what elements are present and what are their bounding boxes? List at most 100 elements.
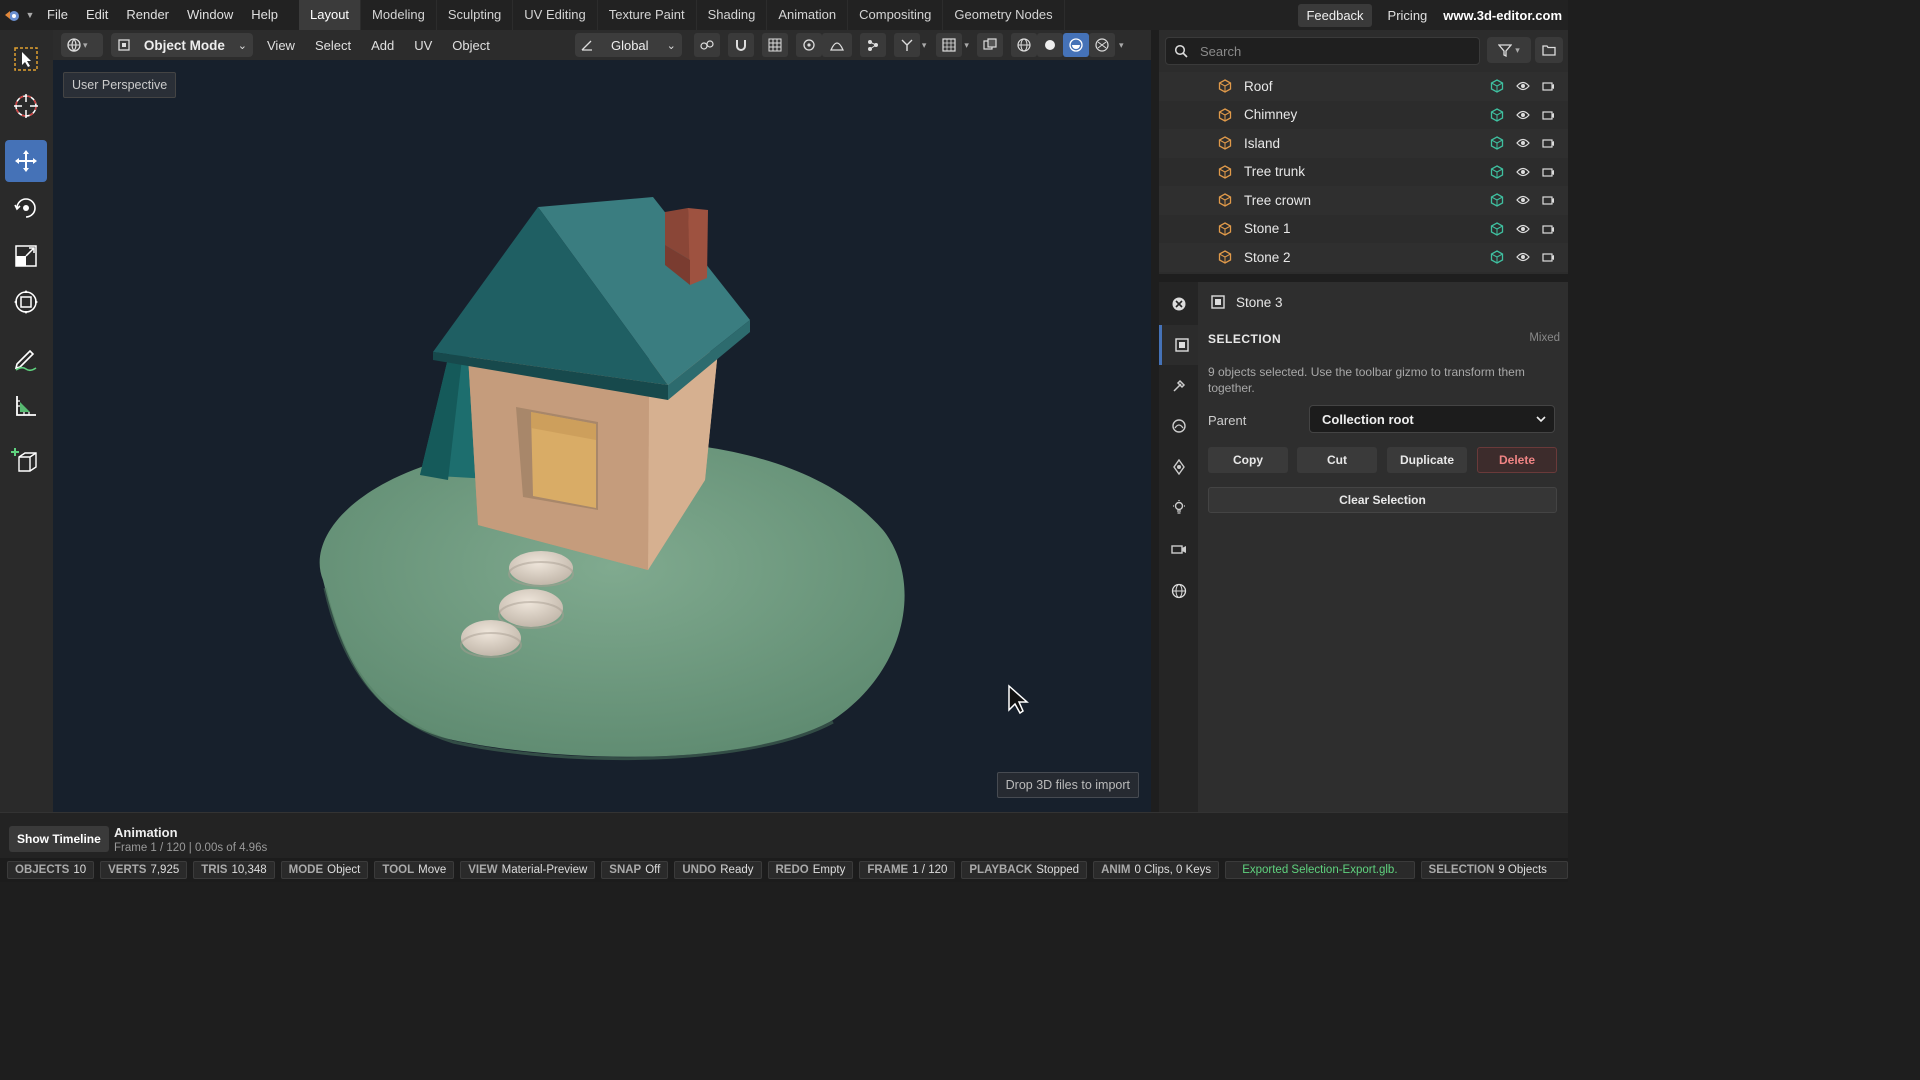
filter-button[interactable]: ▾ xyxy=(1487,37,1531,63)
snap-grid-button[interactable] xyxy=(761,33,788,57)
show-timeline-button[interactable]: Show Timeline xyxy=(9,826,109,852)
outliner-item-stone-2[interactable]: Stone 2 xyxy=(1159,243,1568,272)
menu-uv[interactable]: UV xyxy=(404,38,442,53)
menu-edit[interactable]: Edit xyxy=(77,0,117,30)
mesh-data-icon[interactable] xyxy=(1490,250,1504,264)
pivot-button[interactable] xyxy=(693,33,720,57)
outliner-item-roof[interactable]: Roof xyxy=(1159,72,1568,101)
outliner-item-island[interactable]: Island xyxy=(1159,129,1568,158)
tab-texture-paint[interactable]: Texture Paint xyxy=(598,0,697,30)
proportional-edit-button[interactable] xyxy=(795,33,822,57)
duplicate-button[interactable]: Duplicate xyxy=(1387,447,1467,473)
tab-camera[interactable] xyxy=(1159,529,1198,569)
app-logo[interactable]: ▼ xyxy=(0,0,38,30)
outliner-item-tree-crown[interactable]: Tree crown xyxy=(1159,186,1568,215)
camera-icon[interactable] xyxy=(1542,110,1554,120)
feedback-button[interactable]: Feedback xyxy=(1298,3,1372,27)
tab-layout[interactable]: Layout xyxy=(299,0,362,30)
outliner-item-stone-1[interactable]: Stone 1 xyxy=(1159,215,1568,244)
selection-section-header[interactable]: SELECTION Mixed xyxy=(1208,332,1560,346)
mesh-data-icon[interactable] xyxy=(1490,222,1504,236)
mesh-data-icon[interactable] xyxy=(1490,165,1504,179)
camera-icon[interactable] xyxy=(1542,81,1554,91)
tab-animation[interactable]: Animation xyxy=(767,0,849,30)
outliner-item-tree-trunk[interactable]: Tree trunk xyxy=(1159,158,1568,187)
menu-help[interactable]: Help xyxy=(242,0,287,30)
scale-tool[interactable] xyxy=(5,235,47,277)
eye-icon[interactable] xyxy=(1516,195,1530,205)
cut-button[interactable]: Cut xyxy=(1297,447,1377,473)
mesh-data-icon[interactable] xyxy=(1490,193,1504,207)
site-link[interactable]: www.3d-editor.com xyxy=(1443,8,1562,23)
tab-uv-editing[interactable]: UV Editing xyxy=(513,0,598,30)
tab-geometry-nodes[interactable]: Geometry Nodes xyxy=(943,0,1065,30)
copy-button[interactable]: Copy xyxy=(1208,447,1288,473)
tab-shading[interactable]: Shading xyxy=(697,0,768,30)
menu-file[interactable]: File xyxy=(38,0,77,30)
shading-rendered-button[interactable] xyxy=(1088,33,1115,57)
cursor-tool[interactable] xyxy=(5,85,47,127)
overlays-button[interactable] xyxy=(936,33,963,57)
tab-compositing[interactable]: Compositing xyxy=(848,0,944,30)
gizmo-options-button[interactable] xyxy=(859,33,886,57)
mode-dropdown[interactable]: Object Mode ⌄ xyxy=(111,33,253,57)
shading-solid-button[interactable] xyxy=(1036,33,1063,57)
orientation-dropdown[interactable]: Global ⌄ xyxy=(574,33,682,57)
tab-world[interactable] xyxy=(1159,571,1198,611)
camera-icon[interactable] xyxy=(1542,252,1554,262)
outliner-item-chimney[interactable]: Chimney xyxy=(1159,101,1568,130)
add-cube-tool[interactable] xyxy=(5,440,47,482)
eye-icon[interactable] xyxy=(1516,167,1530,177)
eye-icon[interactable] xyxy=(1516,224,1530,234)
measure-tool[interactable] xyxy=(5,385,47,427)
chevron-down-icon[interactable]: ▾ xyxy=(964,40,969,51)
eye-icon[interactable] xyxy=(1516,81,1530,91)
xray-button[interactable] xyxy=(976,33,1003,57)
new-collection-button[interactable] xyxy=(1535,37,1563,63)
tab-object[interactable] xyxy=(1159,325,1201,365)
gizmo-button[interactable] xyxy=(893,33,920,57)
menu-render[interactable]: Render xyxy=(117,0,178,30)
rotate-tool[interactable] xyxy=(5,187,47,229)
mesh-data-icon[interactable] xyxy=(1490,79,1504,93)
chevron-down-icon[interactable]: ▾ xyxy=(922,40,927,51)
tab-physics[interactable] xyxy=(1159,406,1198,446)
menu-select[interactable]: Select xyxy=(305,38,361,53)
clear-selection-button[interactable]: Clear Selection xyxy=(1208,487,1557,513)
menu-object[interactable]: Object xyxy=(442,38,500,53)
camera-icon[interactable] xyxy=(1542,138,1554,148)
menu-add[interactable]: Add xyxy=(361,38,404,53)
parent-select[interactable]: Collection root xyxy=(1309,405,1555,433)
camera-icon[interactable] xyxy=(1542,167,1554,177)
camera-icon[interactable] xyxy=(1542,224,1554,234)
eye-icon[interactable] xyxy=(1516,252,1530,262)
pricing-link[interactable]: Pricing xyxy=(1388,8,1428,23)
snap-magnet-button[interactable] xyxy=(727,33,754,57)
eye-icon[interactable] xyxy=(1516,138,1530,148)
editor-type-dropdown[interactable]: ▾ xyxy=(61,33,103,57)
outliner-search[interactable] xyxy=(1165,37,1480,65)
menu-view[interactable]: View xyxy=(257,38,305,53)
search-input[interactable] xyxy=(1198,42,1472,60)
3d-viewport[interactable]: User Perspective Drop 3D files to import xyxy=(53,60,1151,812)
tab-sculpting[interactable]: Sculpting xyxy=(437,0,514,30)
chevron-down-icon[interactable]: ▾ xyxy=(1119,40,1124,51)
delete-button[interactable]: Delete xyxy=(1477,447,1557,473)
tab-modifiers[interactable] xyxy=(1159,366,1198,406)
tab-modeling[interactable]: Modeling xyxy=(361,0,437,30)
eye-icon[interactable] xyxy=(1516,110,1530,120)
select-box-tool[interactable] xyxy=(5,38,47,80)
tab-tool[interactable] xyxy=(1159,284,1198,324)
tab-lighting[interactable] xyxy=(1159,487,1198,527)
annotate-tool[interactable] xyxy=(5,337,47,379)
mesh-data-icon[interactable] xyxy=(1490,136,1504,150)
move-tool[interactable] xyxy=(5,140,47,182)
tab-data[interactable] xyxy=(1159,447,1198,487)
shading-wireframe-button[interactable] xyxy=(1010,33,1037,57)
shading-material-button[interactable] xyxy=(1062,33,1089,57)
transform-tool[interactable] xyxy=(5,281,47,323)
menu-window[interactable]: Window xyxy=(178,0,242,30)
camera-icon[interactable] xyxy=(1542,195,1554,205)
mesh-data-icon[interactable] xyxy=(1490,108,1504,122)
falloff-button[interactable] xyxy=(821,33,852,57)
